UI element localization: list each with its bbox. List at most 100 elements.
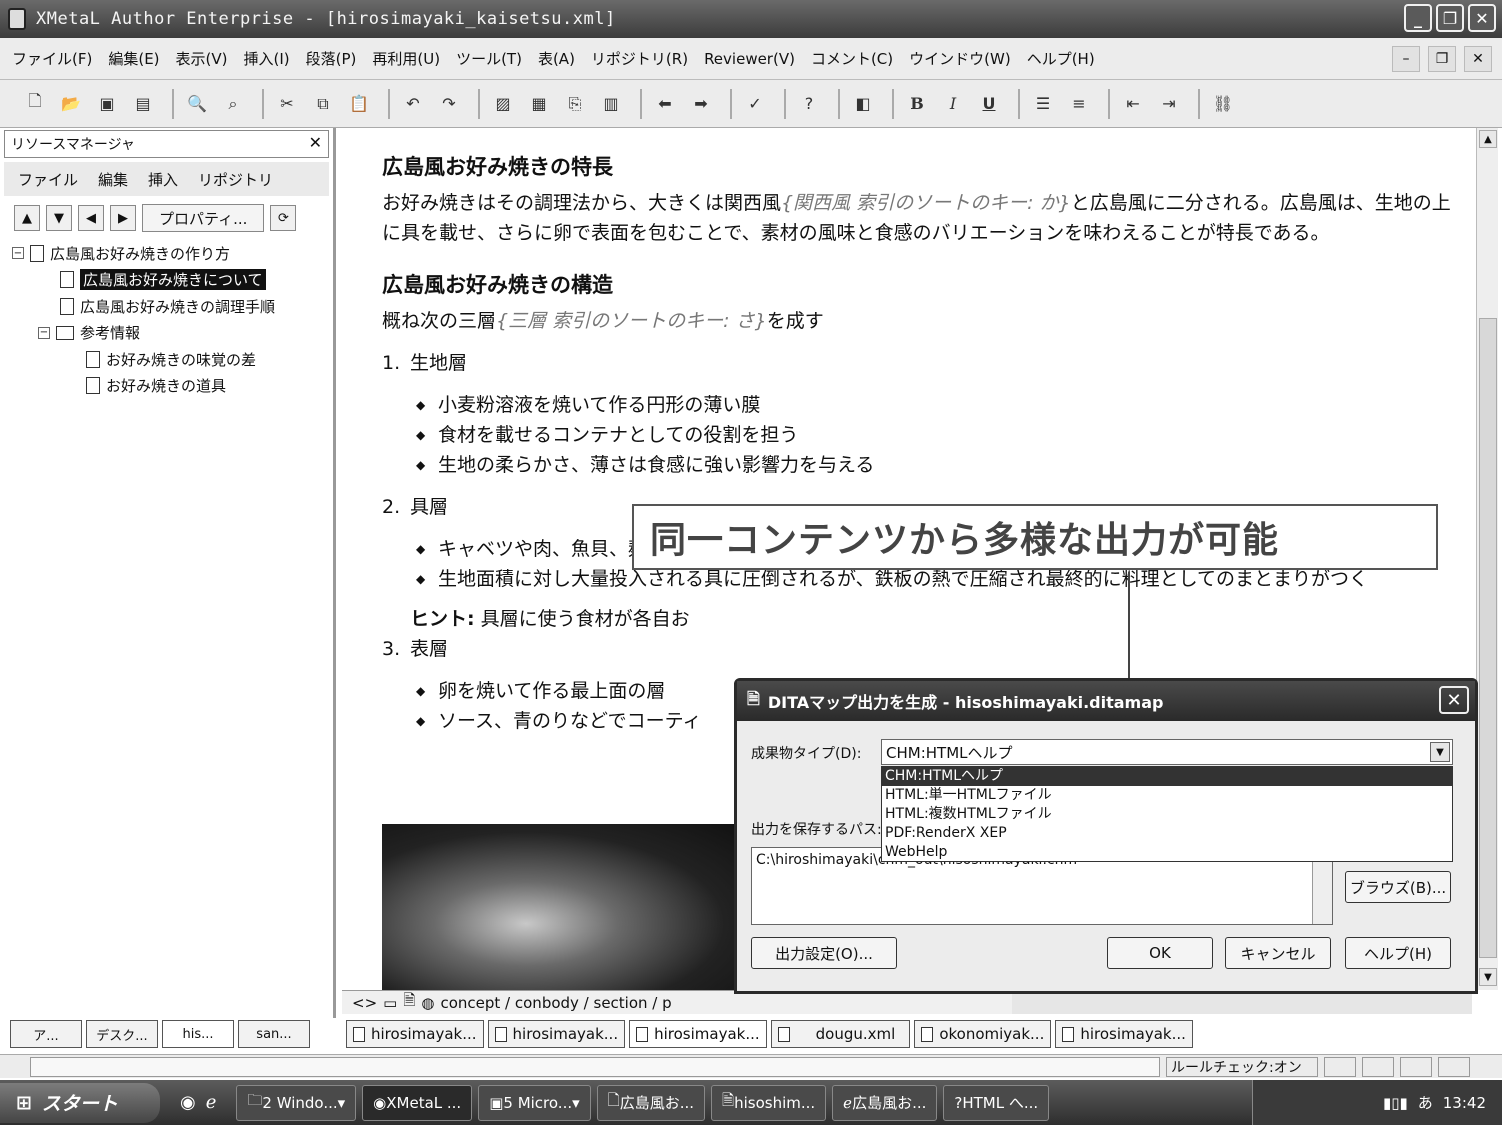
start-button[interactable]: ⊞ スタート — [0, 1082, 160, 1123]
view-toggle-icon[interactable]: ▥ — [596, 89, 626, 119]
task-pdf[interactable]: 🗎 hisoshim... — [711, 1084, 827, 1121]
tree-node-tools[interactable]: お好み焼きの道具 — [12, 373, 333, 400]
indent-icon[interactable]: ⇥ — [1154, 89, 1184, 119]
task-office[interactable]: ▣ 5 Micro... ▾ — [478, 1084, 591, 1121]
deliverable-type-select[interactable]: CHM:HTMLヘルプ ▼ — [881, 739, 1453, 765]
underline-button[interactable]: U — [974, 89, 1004, 119]
scroll-down-icon[interactable]: ▼ — [1479, 968, 1497, 986]
refresh-icon[interactable]: ⟳ — [270, 205, 297, 231]
numbered-list-icon[interactable]: ☰ — [1028, 89, 1058, 119]
collapse-icon[interactable]: − — [12, 247, 24, 260]
browser-view-icon[interactable]: ◍ — [421, 994, 434, 1012]
insert-image-icon[interactable]: ▨ — [488, 89, 518, 119]
task-explorer[interactable]: 🗀 2 Windo... ▾ — [236, 1084, 357, 1121]
vertical-scrollbar[interactable]: ▲ ▼ — [1476, 128, 1498, 990]
doc-restore-button[interactable]: ❐ — [1428, 46, 1456, 72]
tree-node-taste[interactable]: お好み焼きの味覚の差 — [12, 346, 333, 373]
bulleted-list-icon[interactable]: ≡ — [1064, 89, 1094, 119]
copy-icon[interactable]: ⧉ — [308, 89, 338, 119]
move-right-icon[interactable]: ▶ — [110, 205, 136, 231]
restore-button[interactable]: ❐ — [1436, 4, 1464, 32]
tree-node-root[interactable]: − 広島風お好み焼きの作り方 — [12, 240, 333, 267]
dropdown-option-selected[interactable]: CHM:HTMLヘルプ — [882, 767, 1452, 786]
doc-tab[interactable]: hirosimayak... — [487, 1020, 626, 1048]
insert-link-icon[interactable]: ⎘ — [560, 89, 590, 119]
cancel-button[interactable]: キャンセル — [1225, 937, 1331, 969]
output-icon[interactable]: ◧ — [848, 89, 878, 119]
browse-button[interactable]: ブラウズ(B)... — [1345, 871, 1451, 903]
media-player-icon[interactable]: ◉ — [180, 1092, 196, 1113]
properties-button[interactable]: プロパティ... — [142, 204, 265, 232]
validate-icon[interactable]: ✓ — [740, 89, 770, 119]
redo-icon[interactable]: ↷ — [434, 89, 464, 119]
tree-node-steps[interactable]: 広島風お好み焼きの調理手順 — [12, 293, 333, 320]
tags-view-icon[interactable]: <> — [352, 994, 377, 1012]
doc-tab-active[interactable]: hirosimayak... — [629, 1020, 767, 1048]
dropdown-option[interactable]: HTML:複数HTMLファイル — [882, 805, 1452, 824]
menu-window[interactable]: ウインドウ(W) — [909, 48, 1011, 69]
doc-minimize-button[interactable]: – — [1392, 46, 1420, 72]
move-down-icon[interactable]: ▼ — [46, 205, 72, 231]
output-settings-button[interactable]: 出力設定(O)... — [751, 937, 897, 969]
doc-tab[interactable]: dougu.xml — [770, 1020, 911, 1048]
resource-tab-active[interactable]: his... — [162, 1020, 234, 1048]
resource-tab[interactable]: ア... — [10, 1020, 82, 1048]
menu-tools[interactable]: ツール(T) — [456, 48, 522, 69]
menu-edit[interactable]: 編集(E) — [108, 48, 159, 69]
menu-paragraph[interactable]: 段落(P) — [306, 48, 357, 69]
help-icon[interactable]: ? — [794, 89, 824, 119]
menu-table[interactable]: 表(A) — [538, 48, 575, 69]
find-icon[interactable]: 🔍 — [182, 89, 212, 119]
undo-icon[interactable]: ↶ — [398, 89, 428, 119]
rm-menu-edit[interactable]: 編集 — [98, 169, 128, 190]
menu-repository[interactable]: リポジトリ(R) — [591, 48, 688, 69]
scrollbar-thumb[interactable] — [1479, 318, 1497, 958]
replace-icon[interactable]: ⌕ — [218, 89, 248, 119]
cut-icon[interactable]: ✂ — [272, 89, 302, 119]
collapse-icon[interactable]: − — [38, 326, 50, 339]
forward-icon[interactable]: ➡ — [686, 89, 716, 119]
open-icon[interactable]: 📂 — [56, 89, 86, 119]
dialog-close-button[interactable]: ✕ — [1439, 686, 1469, 714]
ok-button[interactable]: OK — [1107, 937, 1213, 969]
resource-tab[interactable]: san... — [238, 1020, 310, 1048]
menu-view[interactable]: 表示(V) — [176, 48, 228, 69]
doc-tab[interactable]: hirosimayak... — [346, 1020, 484, 1048]
help-button[interactable]: ヘルプ(H) — [1345, 937, 1451, 969]
close-icon[interactable]: ✕ — [309, 133, 322, 152]
page-view-icon[interactable]: 🗎 — [403, 990, 415, 1015]
task-doc[interactable]: 🗋 広島風お... — [596, 1084, 706, 1121]
doc-tab[interactable]: hirosimayak... — [1055, 1020, 1193, 1048]
menu-help[interactable]: ヘルプ(H) — [1027, 48, 1095, 69]
menu-insert[interactable]: 挿入(I) — [244, 48, 290, 69]
outdent-icon[interactable]: ⇤ — [1118, 89, 1148, 119]
bold-button[interactable]: B — [902, 89, 932, 119]
move-up-icon[interactable]: ▲ — [14, 205, 40, 231]
minimize-button[interactable]: _ — [1404, 4, 1432, 32]
resource-tab[interactable]: デスク... — [86, 1020, 158, 1048]
rm-menu-repository[interactable]: リポジトリ — [198, 169, 273, 190]
browser-icon[interactable]: ℯ — [206, 1092, 217, 1113]
new-icon[interactable]: 🗋 — [20, 89, 50, 119]
doc-close-button[interactable]: ✕ — [1464, 46, 1492, 72]
menu-comment[interactable]: コメント(C) — [811, 48, 893, 69]
close-button[interactable]: ✕ — [1468, 4, 1496, 32]
dropdown-option[interactable]: WebHelp — [882, 843, 1452, 862]
save-icon[interactable]: ▣ — [92, 89, 122, 119]
dropdown-option[interactable]: PDF:RenderX XEP — [882, 824, 1452, 843]
chevron-down-icon[interactable]: ▼ — [1430, 742, 1450, 762]
tree-node-reference[interactable]: − 参考情報 — [12, 320, 333, 347]
network-icon[interactable]: ▮▯▮ — [1383, 1094, 1408, 1112]
ime-icon[interactable]: あ — [1418, 1092, 1433, 1113]
normal-view-icon[interactable]: ▭ — [383, 994, 397, 1012]
dropdown-option[interactable]: HTML:単一HTMLファイル — [882, 786, 1452, 805]
insert-table-icon[interactable]: ▦ — [524, 89, 554, 119]
menu-file[interactable]: ファイル(F) — [12, 48, 92, 69]
move-left-icon[interactable]: ◀ — [78, 205, 104, 231]
save-all-icon[interactable]: ▤ — [128, 89, 158, 119]
task-xmetal[interactable]: ◉ XMetaL ... — [362, 1084, 473, 1121]
tree-node-about[interactable]: 広島風お好み焼きについて — [12, 267, 333, 294]
paste-icon[interactable]: 📋 — [344, 89, 374, 119]
chain-link-icon[interactable]: ⛓ — [1208, 89, 1238, 119]
task-ie[interactable]: ℯ 広島風お... — [832, 1084, 938, 1121]
